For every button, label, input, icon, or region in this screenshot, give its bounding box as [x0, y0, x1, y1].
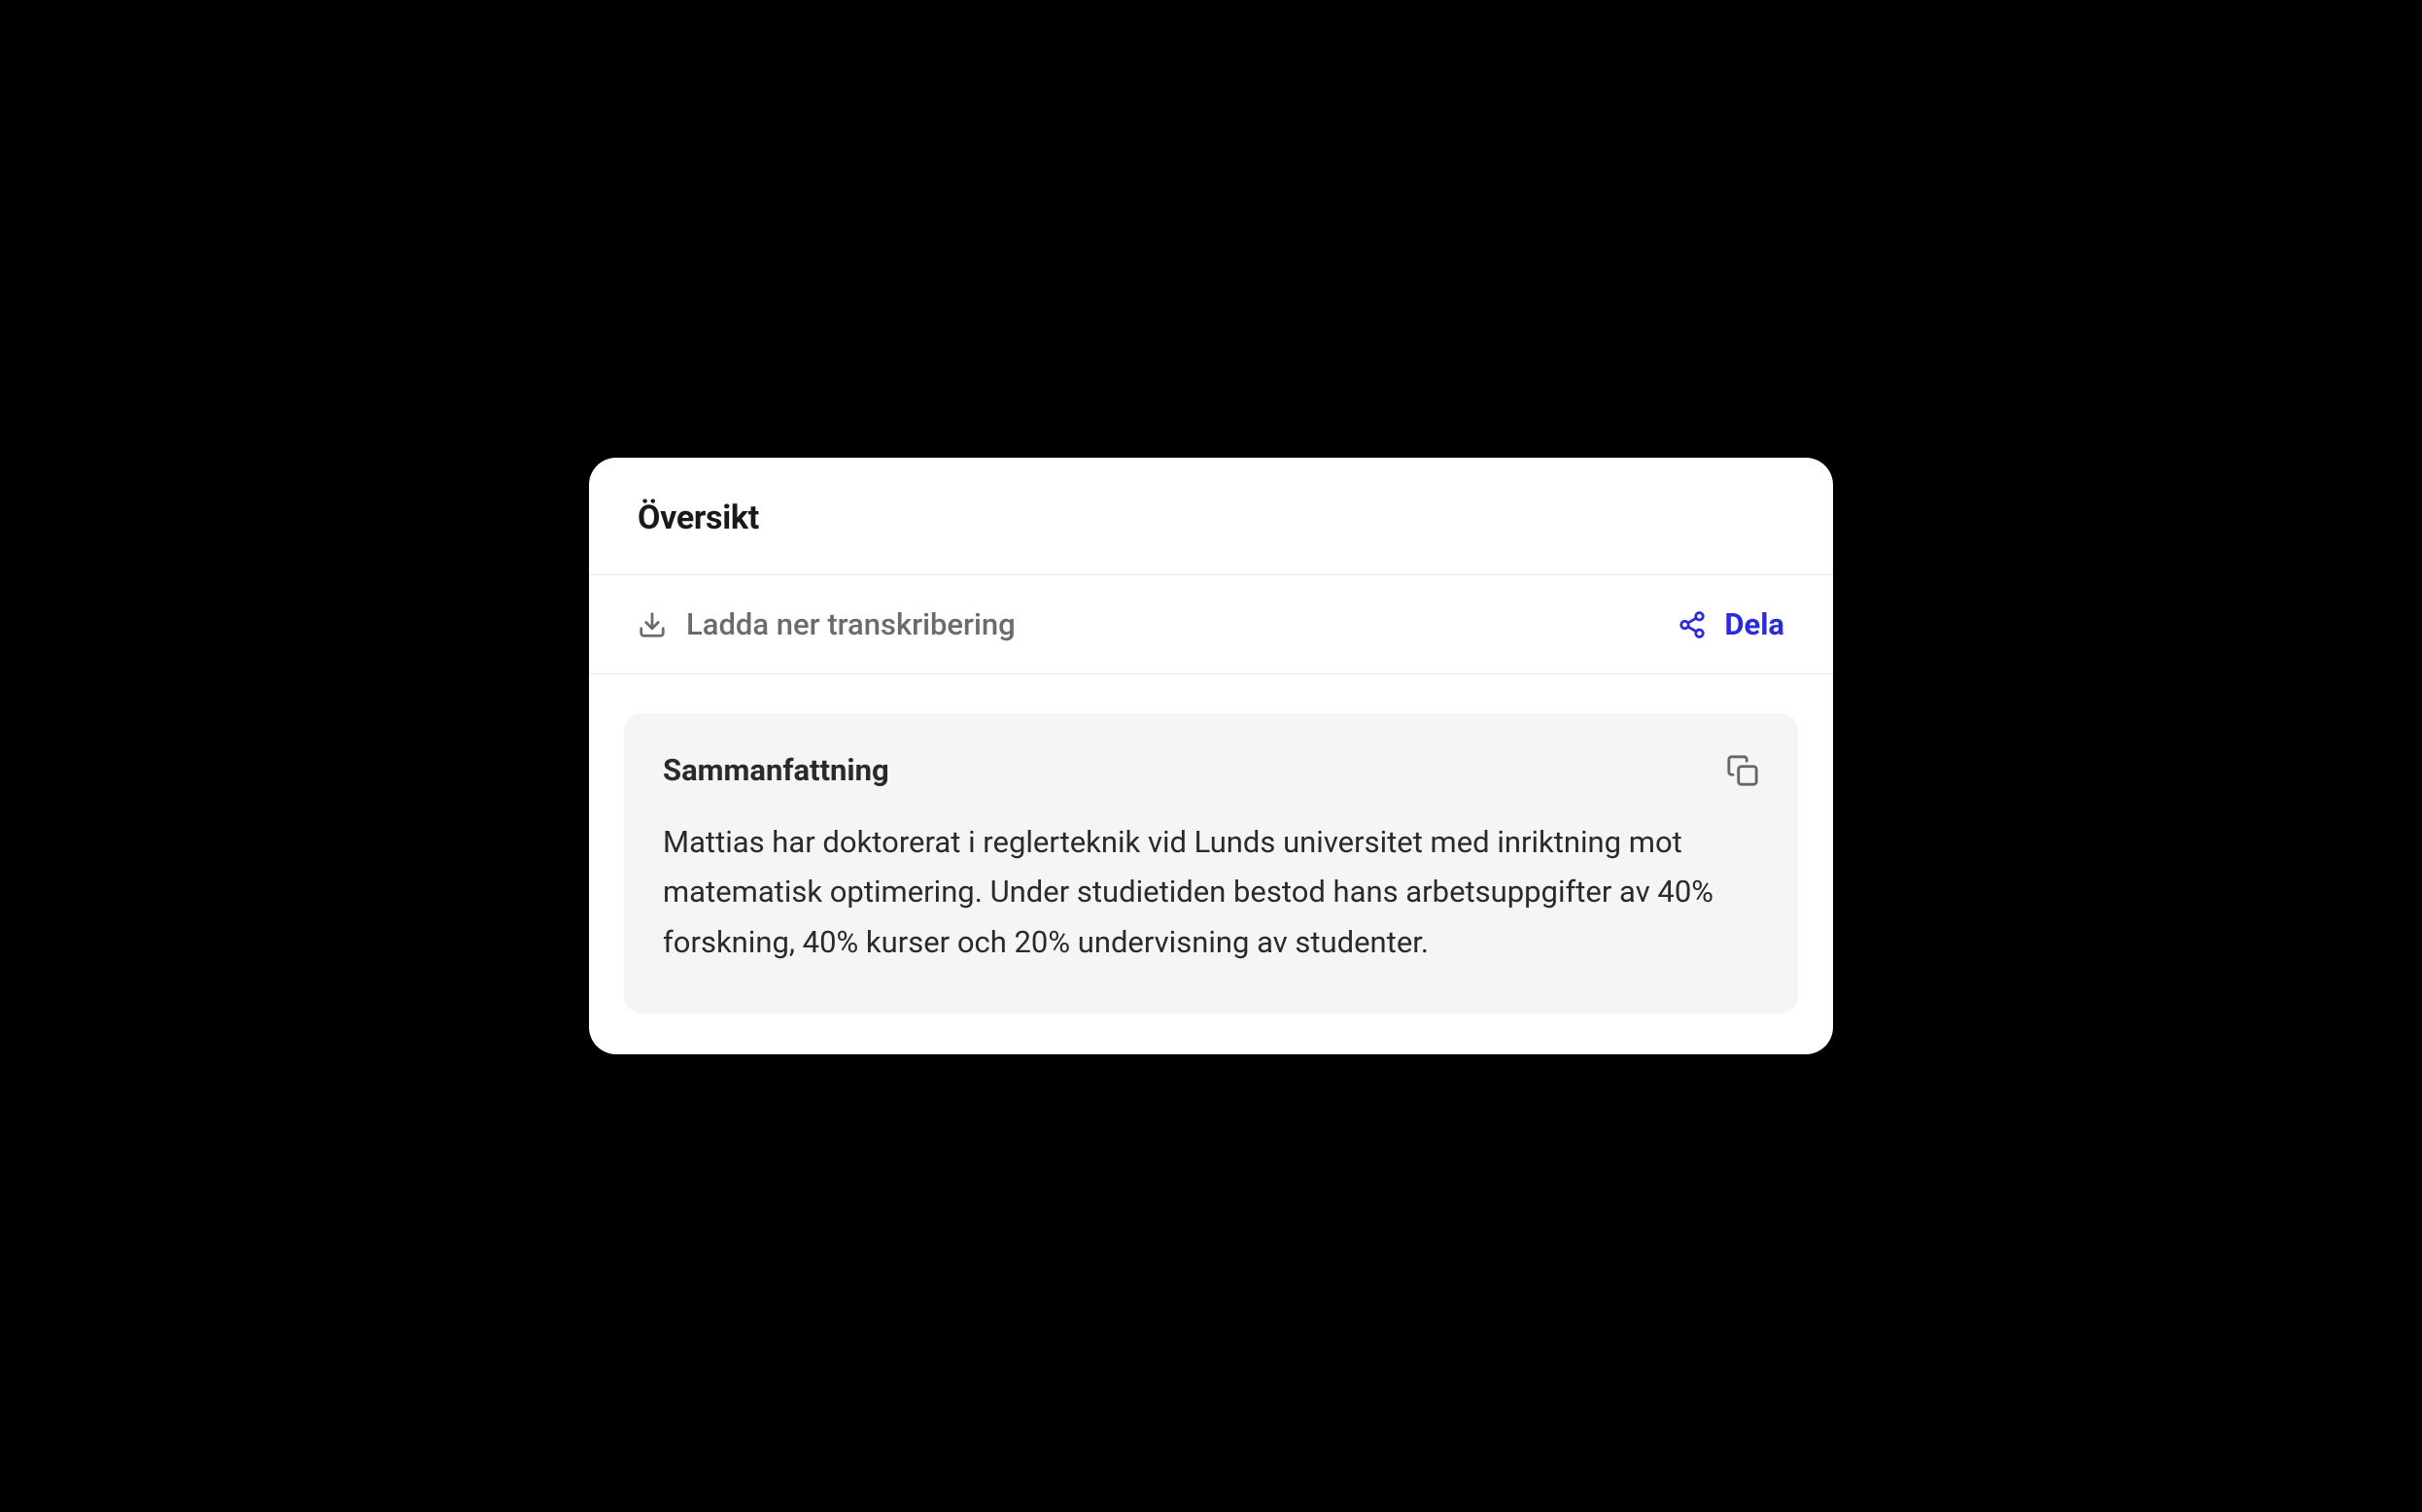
summary-title: Sammanfattning: [663, 752, 889, 788]
copy-button[interactable]: [1726, 754, 1759, 787]
copy-icon: [1726, 754, 1759, 787]
download-label: Ladda ner transkribering: [686, 606, 1016, 642]
overview-card: Översikt Ladda ner transkribering: [589, 458, 1833, 1053]
summary-header: Sammanfattning: [663, 752, 1759, 788]
summary-section: Sammanfattning Mattias har doktorerat i …: [624, 713, 1798, 1013]
card-header: Översikt: [589, 458, 1833, 575]
download-transcription-button[interactable]: Ladda ner transkribering: [638, 606, 1016, 642]
download-icon: [638, 610, 667, 639]
page-title: Översikt: [638, 498, 1784, 537]
share-icon: [1678, 610, 1707, 639]
share-button[interactable]: Dela: [1678, 606, 1784, 642]
actions-row: Ladda ner transkribering Dela: [589, 575, 1833, 674]
share-label: Dela: [1724, 606, 1784, 642]
summary-text: Mattias har doktorerat i reglerteknik vi…: [663, 817, 1759, 966]
